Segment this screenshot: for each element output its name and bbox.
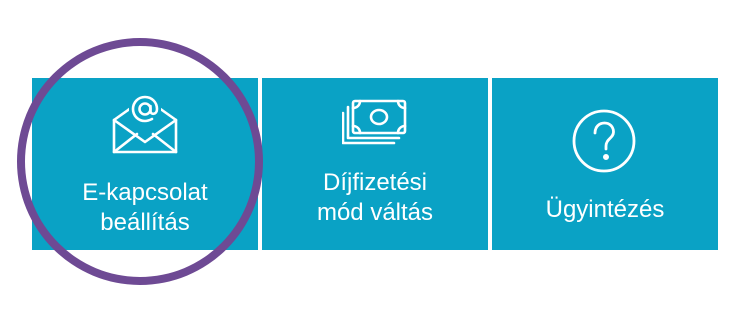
tile-ugyintezes[interactable]: Ügyintézés [492,78,718,250]
banknotes-icon [342,99,407,145]
tile-row: E-kapcsolat beállítás Díjfizetési mód vá… [32,78,718,250]
envelope-at-icon [112,93,178,154]
tile-dijfizetesi[interactable]: Díjfizetési mód váltás [262,78,488,250]
tile-label-ugyintezes: Ügyintézés [545,196,665,223]
tile-label-dijfizetesi: Díjfizetési mód váltás [316,169,434,226]
tile-e-kapcsolat[interactable]: E-kapcsolat beállítás [32,78,258,250]
tile-label-e-kapcsolat: E-kapcsolat beállítás [82,179,208,236]
question-circle-icon [572,109,636,173]
